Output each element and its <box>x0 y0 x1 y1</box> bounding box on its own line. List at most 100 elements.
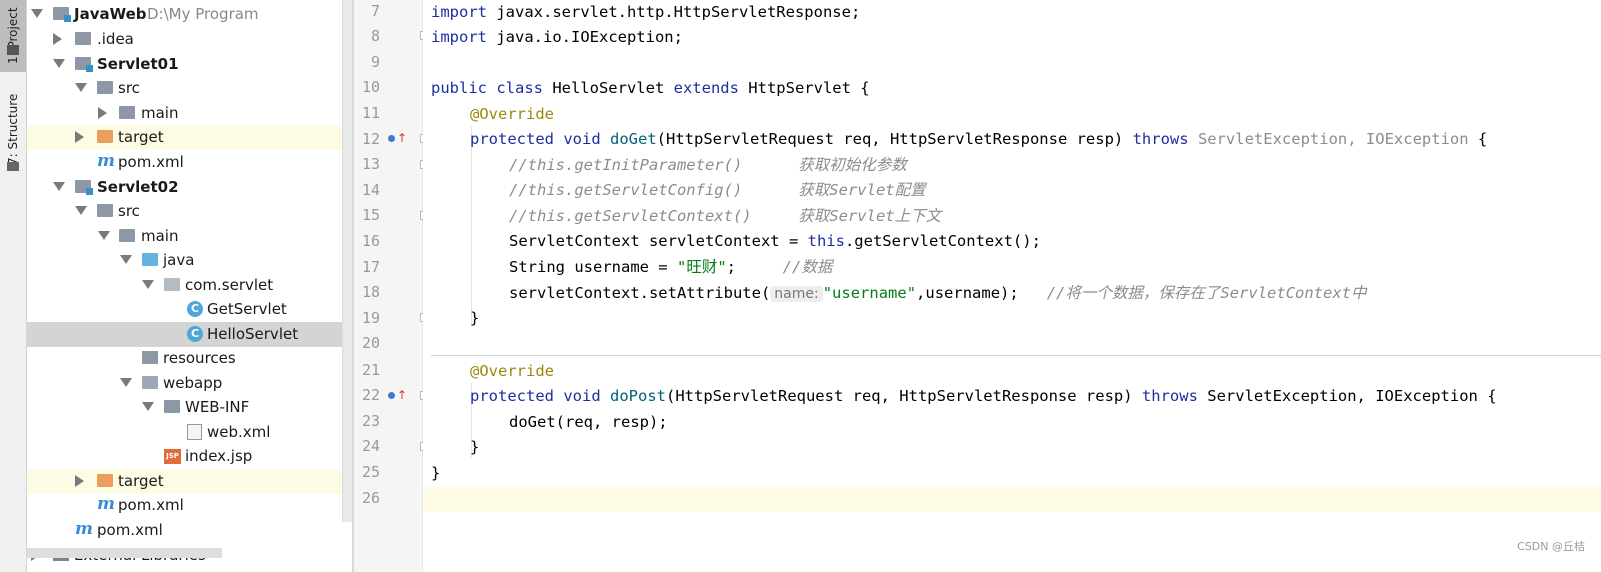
line-number: 24 <box>361 437 380 455</box>
tree-label: main <box>141 104 179 122</box>
expand-arrow-icon[interactable] <box>142 402 154 411</box>
expand-arrow-icon[interactable] <box>31 9 43 18</box>
code-line-23: doGet(req, resp); <box>509 413 668 431</box>
tree-item-target[interactable]: target <box>27 125 352 150</box>
expand-arrow-icon[interactable] <box>120 255 132 264</box>
folder-icon <box>97 204 113 217</box>
tree-item-servlet02[interactable]: Servlet02 <box>27 175 352 200</box>
tree-item-pom[interactable]: m pom.xml <box>27 493 352 518</box>
line-number: 9 <box>370 53 380 71</box>
tree-label: .idea <box>97 30 134 48</box>
tree-label: Servlet02 <box>97 178 179 196</box>
tree-item-getservlet[interactable]: C GetServlet <box>27 297 352 322</box>
tree-item-indexjsp[interactable]: JSP index.jsp <box>27 444 352 469</box>
module-folder-icon <box>75 180 93 195</box>
expand-arrow-icon[interactable] <box>98 231 110 240</box>
folder-icon <box>164 400 180 413</box>
tree-item-idea[interactable]: .idea <box>27 27 352 52</box>
line-number: 16 <box>361 232 380 250</box>
tree-item-javaweb[interactable]: JavaWeb D:\My Program <box>27 2 352 27</box>
line-number: 10 <box>361 78 380 96</box>
folder-icon <box>119 106 135 119</box>
line-number: 15 <box>361 206 380 224</box>
tree-label: target <box>118 128 164 146</box>
tree-item-package[interactable]: com.servlet <box>27 273 352 298</box>
line-number: 17 <box>361 258 380 276</box>
line-number: 23 <box>361 412 380 430</box>
code-line-7: import javax.servlet.http.HttpServletRes… <box>431 3 861 21</box>
maven-icon: m <box>75 519 93 539</box>
collapse-arrow-icon[interactable] <box>75 475 84 487</box>
line-number: 11 <box>361 104 380 122</box>
tree-item-webxml[interactable]: web.xml <box>27 420 352 445</box>
line-number: 26 <box>361 489 380 507</box>
tree-item-target[interactable]: target <box>27 469 352 494</box>
collapse-arrow-icon[interactable] <box>53 33 62 45</box>
code-line-25: } <box>431 464 441 482</box>
code-line-8: import java.io.IOException; <box>431 28 683 46</box>
collapse-arrow-icon[interactable] <box>75 131 84 143</box>
tree-item-main[interactable]: main <box>27 101 352 126</box>
tree-item-webapp[interactable]: webapp <box>27 371 352 396</box>
expand-arrow-icon[interactable] <box>75 83 87 92</box>
code-line-12: protected void doGet(HttpServletRequest … <box>470 130 1488 148</box>
code-editor[interactable]: import javax.servlet.http.HttpServletRes… <box>423 0 1601 572</box>
tree-item-src[interactable]: src <box>27 199 352 224</box>
expand-arrow-icon[interactable] <box>53 182 65 191</box>
tree-label: src <box>118 79 140 97</box>
tree-item-resources[interactable]: resources <box>27 346 352 371</box>
line-number: 22 <box>361 386 380 404</box>
tree-label: java <box>163 251 195 269</box>
tree-label: pom.xml <box>118 153 184 171</box>
tree-label: HelloServlet <box>207 325 299 343</box>
maven-icon: m <box>97 494 115 514</box>
expand-arrow-icon[interactable] <box>142 280 154 289</box>
tree-item-src[interactable]: src <box>27 76 352 101</box>
override-marker-icon[interactable]: ↑ <box>388 131 407 145</box>
source-folder-icon <box>142 253 158 266</box>
excluded-folder-icon <box>97 130 113 143</box>
tree-label: Servlet01 <box>97 55 179 73</box>
folder-icon <box>97 81 113 94</box>
xml-file-icon <box>187 424 202 440</box>
code-line-13: //this.getInitParameter() 获取初始化参数 <box>509 156 907 174</box>
collapse-arrow-icon[interactable] <box>98 107 107 119</box>
line-number: 14 <box>361 181 380 199</box>
tree-item-main[interactable]: main <box>27 224 352 249</box>
expand-arrow-icon[interactable] <box>53 59 65 68</box>
module-folder-icon <box>75 57 93 72</box>
override-marker-icon[interactable]: ↑ <box>388 388 407 402</box>
code-line-14: //this.getServletConfig() 获取Servlet配置 <box>509 181 926 199</box>
tree-label: pom.xml <box>118 496 184 514</box>
tree-label: src <box>118 202 140 220</box>
watermark: CSDN @丘桔 <box>1517 540 1585 553</box>
tree-item-servlet01[interactable]: Servlet01 <box>27 52 352 77</box>
tree-item-root-pom[interactable]: m pom.xml <box>27 518 352 543</box>
editor-gutter: 7 8 9 10 11 12 13 14 15 16 17 18 19 20 2… <box>354 0 429 572</box>
line-number: 25 <box>361 463 380 481</box>
excluded-folder-icon <box>97 474 113 487</box>
line-number: 13 <box>361 155 380 173</box>
tree-path: D:\My Program <box>147 5 259 23</box>
code-line-11: @Override <box>470 105 554 123</box>
tree-label: target <box>118 472 164 490</box>
line-number: 8 <box>370 27 380 45</box>
expand-arrow-icon[interactable] <box>120 378 132 387</box>
tree-item-webinf[interactable]: WEB-INF <box>27 395 352 420</box>
tree-item-java[interactable]: java <box>27 248 352 273</box>
code-line-10: public class HelloServlet extends HttpSe… <box>431 79 870 97</box>
indent-guide <box>471 126 472 326</box>
project-tool-tab[interactable]: 1: Project <box>0 0 26 72</box>
structure-icon <box>7 162 19 171</box>
tool-window-strip: 1: Project 7: Structure <box>0 0 27 572</box>
code-line-24: } <box>470 438 480 456</box>
expand-arrow-icon[interactable] <box>75 206 87 215</box>
current-line-highlight <box>423 487 1601 512</box>
line-number: 19 <box>361 309 380 327</box>
java-class-icon: C <box>187 301 203 317</box>
tree-label: index.jsp <box>185 447 253 465</box>
tree-item-pom[interactable]: m pom.xml <box>27 150 352 175</box>
package-icon <box>164 278 180 291</box>
tree-item-helloservlet[interactable]: C HelloServlet <box>27 322 352 347</box>
tree-horizontal-scrollbar[interactable] <box>27 548 222 558</box>
